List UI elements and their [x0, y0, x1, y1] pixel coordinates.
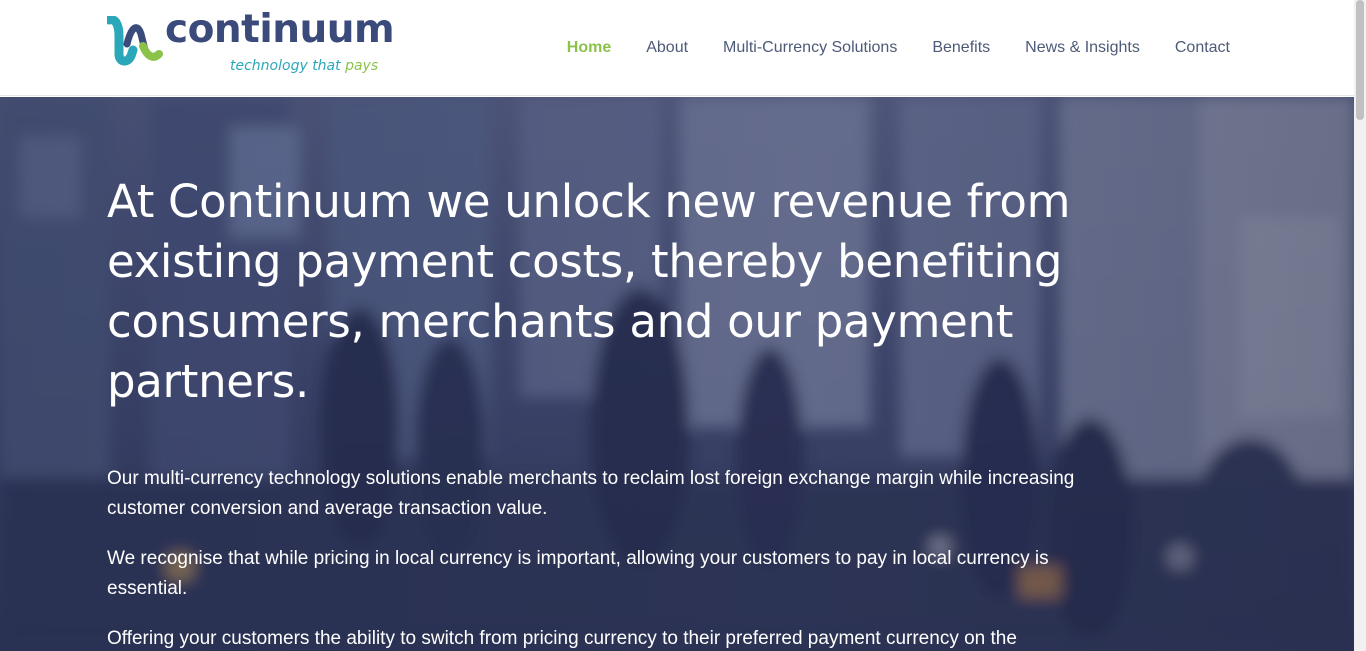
nav-news-insights[interactable]: News & Insights — [1025, 38, 1140, 58]
hero-paragraph-2: We recognise that while pricing in local… — [107, 548, 1049, 599]
main-nav: Home About Multi-Currency Solutions Bene… — [567, 38, 1230, 58]
hero-paragraph-3: Offering your customers the ability to s… — [107, 628, 1017, 649]
hero-content: At Continuum we unlock new revenue from … — [107, 172, 1087, 651]
site-header: continuum technology that pays Home Abou… — [0, 0, 1354, 96]
continuum-logo-icon — [107, 16, 163, 66]
page-scrollbar[interactable] — [1354, 0, 1366, 651]
nav-benefits[interactable]: Benefits — [932, 38, 990, 58]
nav-multi-currency-solutions[interactable]: Multi-Currency Solutions — [723, 38, 897, 58]
scrollbar-thumb[interactable] — [1356, 0, 1364, 120]
logo-wordmark: continuum — [165, 7, 395, 52]
logo-tagline-main: technology that — [230, 58, 341, 74]
hero-section: At Continuum we unlock new revenue from … — [0, 97, 1354, 651]
hero-paragraph-1: Our multi-currency technology solutions … — [107, 468, 1075, 519]
hero-heading: At Continuum we unlock new revenue from … — [107, 175, 1071, 408]
nav-home[interactable]: Home — [567, 38, 611, 58]
logo-tagline: technology that pays — [230, 59, 378, 73]
nav-contact[interactable]: Contact — [1175, 38, 1230, 58]
logo-tagline-accent: pays — [345, 58, 379, 74]
nav-about[interactable]: About — [646, 38, 688, 58]
site-logo[interactable]: continuum technology that pays — [107, 10, 397, 80]
